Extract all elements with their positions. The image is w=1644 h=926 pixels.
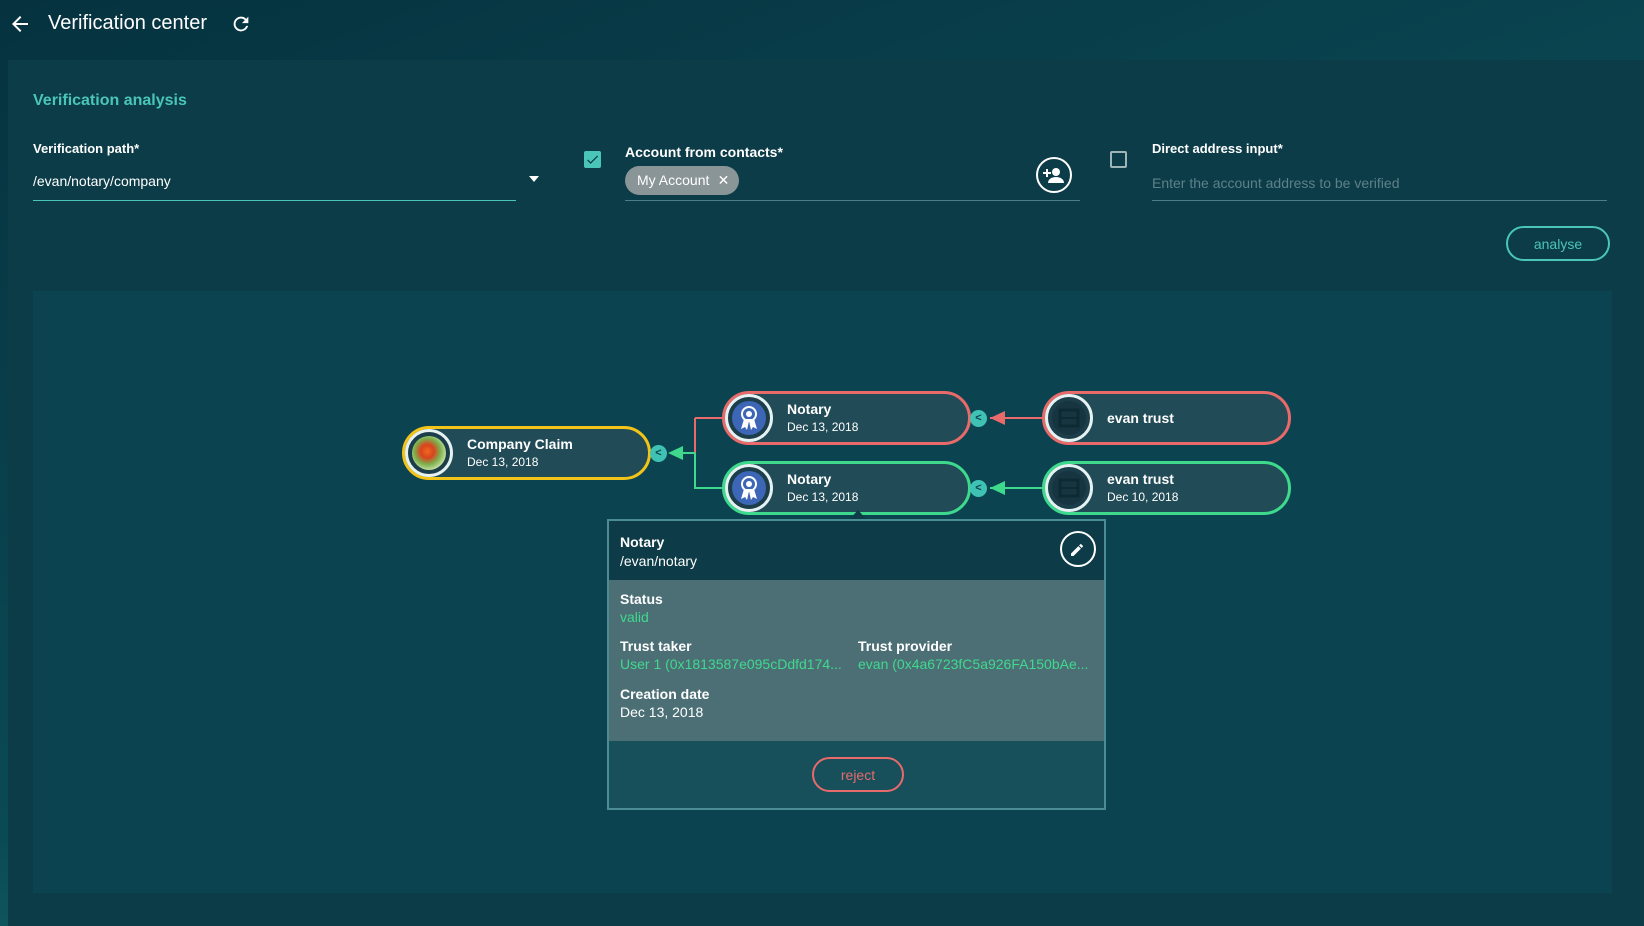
- check-icon: [587, 155, 599, 164]
- close-icon[interactable]: ✕: [718, 166, 730, 195]
- account-chip-label: My Account: [637, 172, 710, 188]
- account-from-contacts-label: Account from contacts*: [625, 144, 783, 160]
- node-date: Dec 13, 2018: [787, 420, 859, 434]
- ribbon-award-icon: [732, 401, 766, 435]
- node-date: Dec 13, 2018: [467, 455, 539, 469]
- notary-avatar: [725, 394, 773, 442]
- trust-provider-label: Trust provider: [858, 638, 953, 654]
- notary-avatar: [725, 464, 773, 512]
- node-title: Notary: [787, 401, 832, 417]
- trust-provider-value: evan (0x4a6723fC5a926FA150bAe...: [858, 656, 1089, 672]
- evan-logo-icon: [1052, 401, 1086, 435]
- evan-avatar: [1045, 464, 1093, 512]
- popup-title: Notary: [620, 534, 665, 550]
- arrow-left-icon[interactable]: [8, 12, 32, 36]
- node-title: evan trust: [1107, 471, 1174, 487]
- person-add-icon[interactable]: [1036, 157, 1072, 193]
- account-underline: [625, 200, 1080, 201]
- ribbon-award-icon: [732, 471, 766, 505]
- claim-image: [412, 436, 446, 470]
- verification-path-underline: [33, 200, 516, 201]
- node-date: Dec 13, 2018: [787, 490, 859, 504]
- creation-date-label: Creation date: [620, 686, 710, 702]
- node-notary-top[interactable]: Notary Dec 13, 2018: [722, 391, 971, 445]
- popup-body: Status valid Trust taker User 1 (0x18135…: [609, 580, 1104, 741]
- status-label: Status: [620, 591, 663, 607]
- node-title: Company Claim: [467, 436, 573, 452]
- node-evan-trust-bottom[interactable]: evan trust Dec 10, 2018: [1042, 461, 1291, 515]
- trust-taker-label: Trust taker: [620, 638, 692, 654]
- evan-avatar: [1045, 394, 1093, 442]
- expand-connector-notary-bottom[interactable]: <: [970, 480, 987, 497]
- section-title: Verification analysis: [33, 92, 187, 109]
- direct-address-input[interactable]: [1152, 170, 1607, 196]
- verification-path-label: Verification path*: [33, 141, 140, 156]
- expand-connector-notary-top[interactable]: <: [970, 410, 987, 427]
- node-evan-trust-top[interactable]: evan trust: [1042, 391, 1291, 445]
- node-title: evan trust: [1107, 410, 1174, 426]
- account-from-contacts-checkbox[interactable]: [584, 151, 601, 168]
- verification-path-select[interactable]: /evan/notary/company: [33, 173, 171, 189]
- refresh-icon[interactable]: [230, 13, 252, 35]
- pencil-icon[interactable]: [1060, 531, 1096, 567]
- claim-avatar: [405, 429, 453, 477]
- reject-button[interactable]: reject: [812, 757, 904, 792]
- verification-detail-popup: Notary /evan/notary Status valid Trust t…: [607, 519, 1106, 810]
- node-title: Notary: [787, 471, 832, 487]
- evan-logo-icon: [1052, 471, 1086, 505]
- popup-path: /evan/notary: [620, 553, 698, 569]
- trust-taker-value: User 1 (0x1813587e095cDdfd174...: [620, 656, 842, 672]
- direct-address-checkbox[interactable]: [1110, 151, 1127, 168]
- direct-address-label: Direct address input*: [1152, 141, 1283, 156]
- chevron-down-icon[interactable]: [529, 176, 539, 182]
- expand-connector-claim[interactable]: <: [650, 445, 667, 462]
- creation-date-value: Dec 13, 2018: [620, 704, 704, 720]
- node-notary-bottom[interactable]: Notary Dec 13, 2018: [722, 461, 971, 515]
- page-title: Verification center: [48, 12, 207, 34]
- direct-address-underline: [1152, 200, 1607, 201]
- node-date: Dec 10, 2018: [1107, 490, 1179, 504]
- analyse-button[interactable]: analyse: [1506, 226, 1610, 261]
- status-value: valid: [620, 609, 649, 625]
- top-bar: Verification center: [0, 0, 1644, 50]
- popup-header: Notary /evan/notary: [609, 521, 1104, 580]
- account-chip[interactable]: My Account ✕: [625, 166, 740, 195]
- node-company-claim[interactable]: Company Claim Dec 13, 2018: [402, 426, 651, 480]
